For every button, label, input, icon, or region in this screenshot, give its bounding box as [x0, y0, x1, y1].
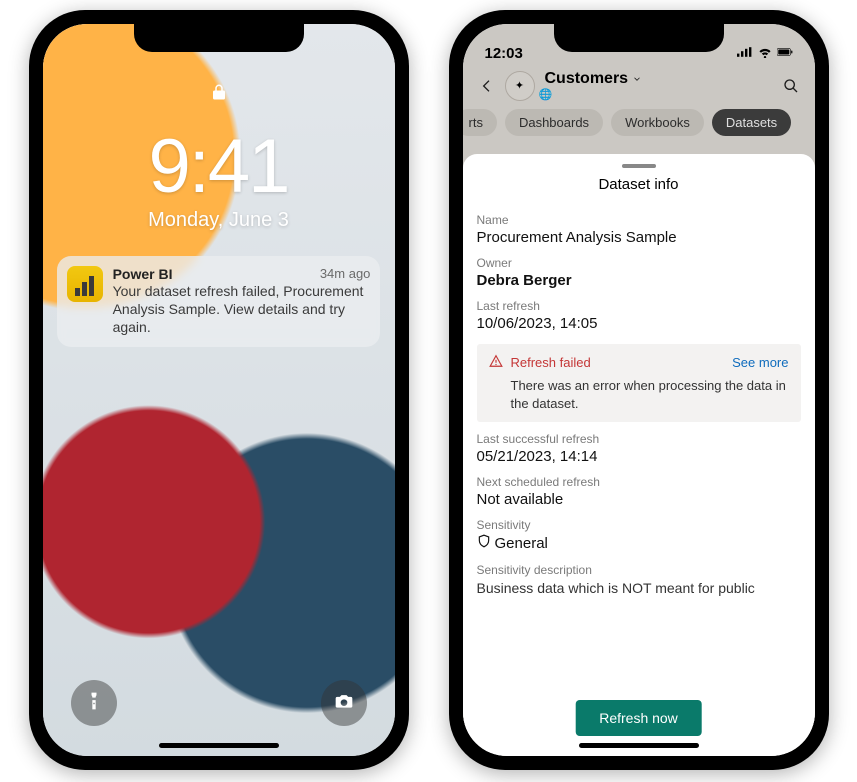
value-last-refresh: 10/06/2023, 14:05: [477, 315, 801, 332]
notch: [554, 24, 724, 52]
notification-card[interactable]: Power BI 34m ago Your dataset refresh fa…: [57, 256, 381, 347]
label-owner: Owner: [477, 256, 801, 270]
battery-icon: [777, 45, 793, 62]
home-indicator[interactable]: [579, 743, 699, 748]
value-last-success: 05/21/2023, 14:14: [477, 448, 801, 465]
lock-clock: 9:41: [149, 129, 289, 205]
home-indicator[interactable]: [159, 743, 279, 748]
sheet-grabber[interactable]: [622, 164, 656, 168]
refresh-now-button[interactable]: Refresh now: [575, 700, 702, 736]
wifi-icon: [757, 45, 773, 62]
error-title: Refresh failed: [511, 355, 591, 370]
dataset-info-sheet: Dataset info Name Procurement Analysis S…: [463, 154, 815, 756]
powerbi-app-icon: [67, 266, 103, 302]
cellular-icon: [737, 45, 753, 62]
value-sensitivity-desc: Business data which is NOT meant for pub…: [477, 579, 801, 598]
refresh-error-box: Refresh failed See more There was an err…: [477, 344, 801, 422]
lock-date: Monday, June 3: [148, 209, 289, 232]
label-last-refresh: Last refresh: [477, 299, 801, 313]
phone-app: 12:03 ✦ Customers: [449, 10, 829, 770]
value-next: Not available: [477, 491, 801, 508]
notch: [134, 24, 304, 52]
camera-icon: [334, 691, 354, 716]
app-screen: 12:03 ✦ Customers: [463, 24, 815, 756]
label-sensitivity: Sensitivity: [477, 518, 801, 532]
label-name: Name: [477, 213, 801, 227]
status-time: 12:03: [485, 45, 523, 62]
lock-icon: [210, 80, 228, 109]
error-see-more-link[interactable]: See more: [732, 355, 788, 370]
notification-title: Power BI: [113, 266, 173, 282]
lock-screen: 9:41 Monday, June 3 Power BI 34m ago You…: [43, 24, 395, 756]
value-sensitivity: General: [495, 535, 548, 552]
sheet-title: Dataset info: [477, 176, 801, 193]
label-next: Next scheduled refresh: [477, 475, 801, 489]
error-message: There was an error when processing the d…: [511, 377, 789, 412]
flashlight-button[interactable]: [71, 680, 117, 726]
flashlight-icon: [84, 691, 104, 716]
warning-icon: [489, 354, 503, 371]
notification-message: Your dataset refresh failed, Procurement…: [113, 282, 371, 337]
notification-time: 34m ago: [320, 266, 371, 282]
sensitivity-icon: [477, 534, 491, 553]
value-owner: Debra Berger: [477, 272, 801, 289]
camera-button[interactable]: [321, 680, 367, 726]
label-sensitivity-desc: Sensitivity description: [477, 563, 801, 577]
phone-lockscreen: 9:41 Monday, June 3 Power BI 34m ago You…: [29, 10, 409, 770]
label-last-success: Last successful refresh: [477, 432, 801, 446]
value-name: Procurement Analysis Sample: [477, 229, 801, 246]
